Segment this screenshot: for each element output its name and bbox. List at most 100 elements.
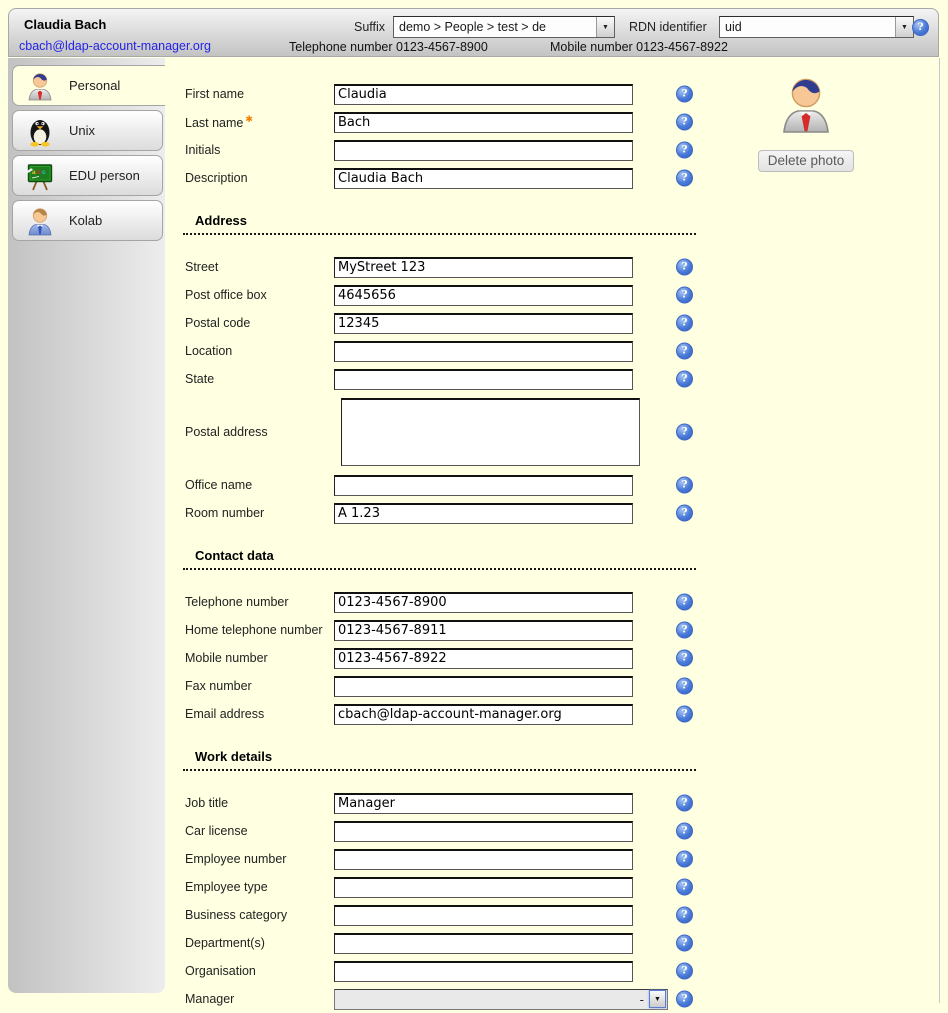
sidebar-tab-personal[interactable]: Personal [12,65,165,106]
help-icon[interactable]: ? [676,86,693,103]
home-telephone-number-input[interactable] [334,620,633,641]
form-row: Email address? [185,700,940,728]
employee-number-input[interactable] [334,849,633,870]
rdn-identifier-select[interactable]: uid ▼ [719,16,914,38]
sidebar-tab-label: Personal [69,78,120,93]
help-icon[interactable]: ? [676,594,693,611]
postal-address-textarea[interactable] [341,398,640,466]
edu-icon [24,160,56,192]
help-icon[interactable]: ? [676,963,693,980]
office-name-input[interactable] [334,475,633,496]
help-icon[interactable]: ? [676,879,693,896]
mobile-number-input[interactable] [334,648,633,669]
help-icon[interactable]: ? [676,287,693,304]
suffix-select-value: demo > People > test > de [394,20,596,34]
rdn-select-value: uid [720,20,895,34]
job-title-input[interactable] [334,793,633,814]
help-icon[interactable]: ? [676,991,693,1008]
section-title: Contact data [183,548,274,563]
sidebar-tab-label: Kolab [69,213,102,228]
department-s-input[interactable] [334,933,633,954]
required-marker: ✱ [245,114,253,124]
room-number-input[interactable] [334,503,633,524]
field-label: Mobile number [185,651,334,665]
help-icon[interactable]: ? [676,622,693,639]
help-icon[interactable]: ? [676,371,693,388]
help-icon[interactable]: ? [676,315,693,332]
form-row: Post office box? [185,281,940,309]
description-input[interactable] [334,168,633,189]
help-icon[interactable]: ? [676,935,693,952]
field-label: Car license [185,824,334,838]
form-row: Postal address? [185,393,940,471]
email-link[interactable]: cbach@ldap-account-manager.org [19,39,211,53]
help-icon[interactable]: ? [676,424,693,441]
delete-photo-button[interactable]: Delete photo [758,150,855,172]
field-label: Home telephone number [185,623,334,637]
person-kolab-icon [24,205,56,237]
organisation-input[interactable] [334,961,633,982]
field-label: Room number [185,506,334,520]
form-row: Telephone number? [185,588,940,616]
form-row: State? [185,365,940,393]
car-license-input[interactable] [334,821,633,842]
help-icon[interactable]: ? [676,170,693,187]
form-row: Car license? [185,817,940,845]
field-label: First name [185,87,334,101]
help-icon[interactable]: ? [676,142,693,159]
form-row: Postal code? [185,309,940,337]
field-label: Email address [185,707,334,721]
help-icon[interactable]: ? [676,114,693,131]
street-input[interactable] [334,257,633,278]
field-label: Department(s) [185,936,334,950]
telephone-number-input[interactable] [334,592,633,613]
help-icon[interactable]: ? [676,650,693,667]
state-input[interactable] [334,369,633,390]
dropdown-arrow-icon: ▼ [596,17,614,37]
form-row: Mobile number? [185,644,940,672]
suffix-select[interactable]: demo > People > test > de ▼ [393,16,615,38]
section-title: Work details [183,749,272,764]
help-icon[interactable]: ? [676,259,693,276]
location-input[interactable] [334,341,633,362]
help-icon[interactable]: ? [676,706,693,723]
field-label: Employee type [185,880,334,894]
form-row: Manager-▼? [185,985,940,1013]
help-icon[interactable]: ? [676,795,693,812]
section-title: Address [183,213,247,228]
manager-select[interactable]: -▼ [334,989,668,1010]
main-content: First name?Last name✱?Initials?Descripti… [165,58,940,1003]
fax-number-input[interactable] [334,676,633,697]
help-icon[interactable]: ? [676,851,693,868]
field-label: Initials [185,143,334,157]
help-icon[interactable]: ? [912,19,929,36]
field-label: Fax number [185,679,334,693]
employee-type-input[interactable] [334,877,633,898]
postal-code-input[interactable] [334,313,633,334]
suffix-label: Suffix [354,20,385,34]
help-icon[interactable]: ? [676,505,693,522]
form-row: Room number? [185,499,940,527]
form-row: Street? [185,253,940,281]
help-icon[interactable]: ? [676,343,693,360]
field-label: Manager [185,992,334,1006]
email-address-input[interactable] [334,704,633,725]
help-icon[interactable]: ? [676,477,693,494]
help-icon[interactable]: ? [676,823,693,840]
first-name-input[interactable] [334,84,633,105]
form-row: Department(s)? [185,929,940,957]
sidebar-tab-edu-person[interactable]: EDU person [12,155,163,196]
field-label: Organisation [185,964,334,978]
last-name-input[interactable] [334,112,633,133]
field-label: Last name✱ [185,114,334,130]
sidebar-tab-kolab[interactable]: Kolab [12,200,163,241]
post-office-box-input[interactable] [334,285,633,306]
help-icon[interactable]: ? [676,907,693,924]
business-category-input[interactable] [334,905,633,926]
form-area: First name?Last name✱?Initials?Descripti… [165,58,940,1013]
sidebar-tab-unix[interactable]: Unix [12,110,163,151]
initials-input[interactable] [334,140,633,161]
tux-icon [24,115,56,147]
person-icon [24,70,56,102]
help-icon[interactable]: ? [676,678,693,695]
